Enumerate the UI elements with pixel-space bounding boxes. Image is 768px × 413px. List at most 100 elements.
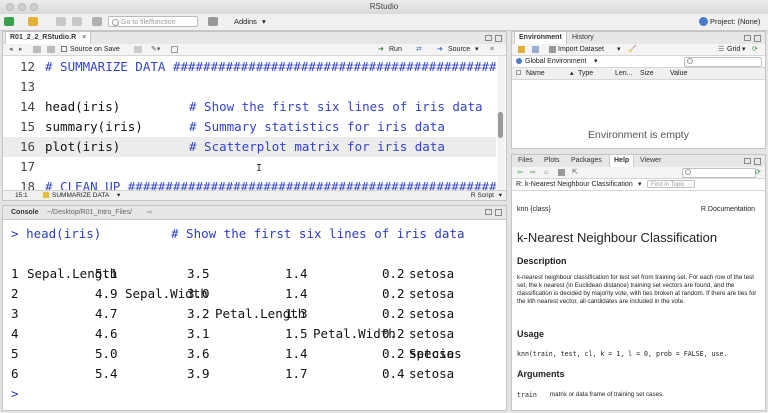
minimize-pane-icon[interactable]: [744, 158, 751, 164]
main-toolbar: Go to file/function Addins ▾ Project: (N…: [0, 14, 768, 31]
tab-plots[interactable]: Plots: [540, 155, 564, 167]
help-description-heading: Description: [517, 256, 567, 266]
source-dropdown-icon[interactable]: ▾: [475, 44, 479, 55]
close-window-icon[interactable]: [6, 3, 14, 11]
maximize-pane-icon[interactable]: [495, 35, 502, 42]
column-type[interactable]: Type: [578, 68, 593, 79]
search-replace-icon[interactable]: [134, 46, 142, 53]
home-icon[interactable]: ⌂: [544, 167, 548, 178]
editor-scroll-thumb[interactable]: [498, 112, 503, 138]
tab-history[interactable]: History: [568, 32, 598, 44]
table-cell: 5.4: [95, 366, 118, 381]
zoom-window-icon[interactable]: [30, 3, 38, 11]
save-file-icon[interactable]: [47, 46, 55, 53]
new-file-icon[interactable]: [4, 17, 14, 26]
tab-files[interactable]: Files: [514, 155, 537, 167]
global-environment-menu[interactable]: Global Environment: [525, 56, 586, 67]
table-cell: 1.3: [285, 306, 308, 321]
rerun-icon[interactable]: ⇄: [416, 44, 422, 55]
tab-viewer[interactable]: Viewer: [636, 155, 665, 167]
maximize-pane-icon[interactable]: [754, 35, 761, 42]
project-menu[interactable]: Project: (None): [710, 14, 760, 30]
source-toolbar: ◂ ▸ Source on Save ✎▾ ➜ Run ⇄ ➜ Source ▾…: [3, 44, 506, 56]
minimize-pane-icon[interactable]: [744, 35, 751, 41]
addins-menu[interactable]: Addins: [234, 14, 257, 30]
save-workspace-icon[interactable]: [532, 46, 539, 53]
table-cell: setosa: [409, 266, 455, 281]
chevron-down-icon: ▾: [262, 17, 266, 26]
tab-packages[interactable]: Packages: [567, 155, 606, 167]
outline-icon[interactable]: ≡: [490, 44, 494, 55]
print-icon[interactable]: [92, 17, 102, 26]
chevron-down-icon: ▾: [498, 192, 502, 199]
close-tab-icon[interactable]: ×: [82, 34, 86, 41]
tab-help[interactable]: Help: [609, 155, 635, 167]
back-icon[interactable]: ⇦: [517, 167, 523, 178]
minimize-pane-icon[interactable]: [485, 209, 492, 215]
column-value[interactable]: Value: [670, 68, 687, 79]
console-output[interactable]: > head(iris) # Show the first six lines o…: [3, 220, 506, 410]
console-header-row: Sepal.Length Sepal.Width Petal.Length Pe…: [27, 266, 462, 361]
environment-toolbar: Import Dataset ▾ 🧹 ☰ Grid ▾ ⟳: [512, 44, 765, 56]
find-in-topic-input[interactable]: Find in Topic: [647, 180, 695, 188]
minimize-pane-icon[interactable]: [485, 35, 492, 41]
go-to-file-input[interactable]: Go to file/function: [108, 16, 198, 27]
select-all-checkbox[interactable]: [516, 70, 521, 75]
chevron-down-icon: ▾: [617, 46, 621, 53]
grid-view-menu[interactable]: Grid: [727, 44, 740, 55]
code-editor[interactable]: 12 # SUMMARIZE DATA #####################…: [3, 56, 496, 192]
help-topic-menu[interactable]: R: k-Nearest Neighbour Classification: [516, 179, 633, 190]
code-line: 13: [19, 79, 35, 94]
column-size[interactable]: Size: [640, 68, 654, 79]
open-project-icon[interactable]: [28, 17, 38, 26]
print-icon[interactable]: [558, 169, 565, 176]
help-doc-label: R Documentation: [700, 206, 755, 213]
file-type-menu[interactable]: R Script: [471, 191, 494, 200]
load-workspace-icon[interactable]: [518, 46, 525, 53]
maximize-pane-icon[interactable]: [754, 158, 761, 165]
forward-icon[interactable]: ⇨: [530, 167, 536, 178]
column-length[interactable]: Len...: [615, 68, 633, 79]
back-icon[interactable]: ◂: [9, 44, 13, 55]
compile-report-icon[interactable]: [171, 46, 178, 53]
tab-source-file[interactable]: R01_2_2_RStudio.R ×: [5, 32, 92, 44]
source-button[interactable]: Source: [448, 44, 470, 55]
workspace-panes-icon[interactable]: [208, 17, 218, 26]
show-in-window-icon[interactable]: ⇱: [572, 167, 578, 178]
help-package-label: knn {class}: [517, 206, 551, 213]
save-icon[interactable]: [56, 17, 66, 26]
table-cell: 1.5: [285, 326, 308, 341]
go-to-directory-icon[interactable]: ⇨: [143, 206, 157, 218]
import-dataset-button[interactable]: Import Dataset: [558, 44, 604, 55]
clear-workspace-icon[interactable]: 🧹: [628, 44, 637, 55]
tab-environment[interactable]: Environment: [514, 32, 567, 44]
save-all-icon[interactable]: [72, 17, 82, 26]
search-icon: [685, 169, 691, 175]
search-icon: [687, 58, 693, 64]
table-cell: 0.2: [382, 326, 405, 341]
minimize-window-icon[interactable]: [18, 3, 26, 11]
chevron-down-icon: ▾: [117, 192, 121, 199]
table-cell: setosa: [409, 306, 455, 321]
help-search-input[interactable]: [682, 168, 756, 178]
code-tools-icon[interactable]: ✎▾: [151, 44, 160, 55]
editor-scrollbar[interactable]: [497, 56, 505, 192]
section-menu[interactable]: SUMMARIZE DATA: [52, 191, 109, 200]
environment-scope-bar: Global Environment ▾: [512, 56, 765, 68]
environment-search-input[interactable]: [684, 57, 762, 67]
show-in-window-icon[interactable]: [33, 46, 41, 53]
table-cell: 3.0: [187, 286, 210, 301]
help-arg-desc: matrix or data frame of training set cas…: [550, 391, 664, 398]
table-cell: 3.5: [187, 266, 210, 281]
tab-console[interactable]: Console: [7, 206, 43, 218]
maximize-pane-icon[interactable]: [495, 209, 502, 216]
run-button[interactable]: Run: [389, 44, 402, 55]
table-cell: setosa: [409, 326, 455, 341]
refresh-icon[interactable]: ⟳: [752, 44, 758, 55]
column-name[interactable]: Name: [526, 68, 545, 79]
console-prompt[interactable]: >: [11, 384, 19, 404]
table-cell: 1.4: [285, 286, 308, 301]
refresh-icon[interactable]: ⟳: [755, 167, 761, 178]
forward-icon[interactable]: ▸: [19, 44, 23, 55]
source-on-save-checkbox[interactable]: [61, 46, 67, 52]
